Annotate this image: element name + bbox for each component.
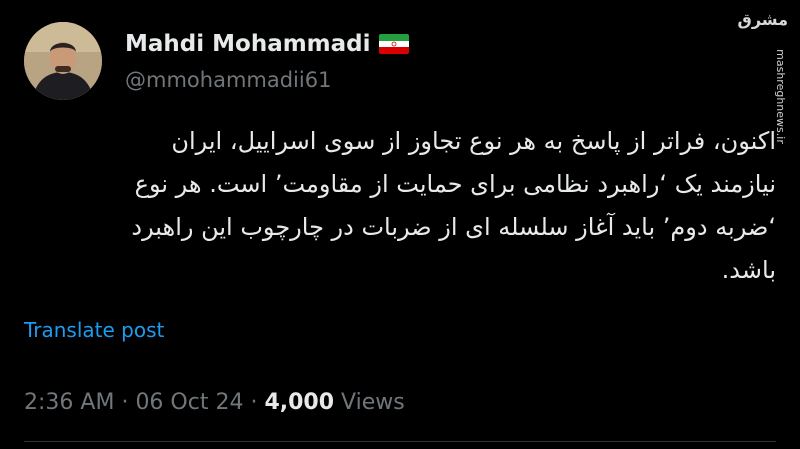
author-name[interactable]: Mahdi Mohammadi xyxy=(125,31,409,57)
author-handle[interactable]: @mmohammadii61 xyxy=(125,68,331,92)
tweet-meta: 2:36 AM · 06 Oct 24 · 4,000 Views xyxy=(24,390,405,415)
watermark-url: mashreghnews.ir xyxy=(774,49,788,144)
translate-post-link[interactable]: Translate post xyxy=(24,318,164,342)
tweet-time[interactable]: 2:36 AM xyxy=(24,390,114,415)
tweet-text: اکنون، فراتر از پاسخ به هر نوع تجاوز از … xyxy=(24,120,776,292)
author-name-text[interactable]: Mahdi Mohammadi xyxy=(125,31,371,57)
tweet-date[interactable]: 06 Oct 24 xyxy=(135,390,243,415)
meta-separator: · xyxy=(121,390,129,415)
watermark-logo: مشرق xyxy=(737,10,788,29)
iran-flag-icon xyxy=(378,34,409,54)
meta-separator: · xyxy=(250,390,258,415)
views-count: 4,000 xyxy=(264,390,335,415)
watermark: مشرق mashreghnews.ir xyxy=(738,10,792,144)
tweet-line: باشد. xyxy=(721,256,776,284)
views-label: Views xyxy=(341,390,405,415)
divider xyxy=(24,441,776,442)
tweet-line: نیازمند یک ‘راهبرد نظامی برای حمایت از م… xyxy=(134,170,776,198)
tweet-line: اکنون، فراتر از پاسخ به هر نوع تجاوز از … xyxy=(171,127,776,155)
avatar[interactable] xyxy=(24,22,102,100)
tweet-line: ‘ضربه دوم’ باید آغاز سلسله ای از ضربات د… xyxy=(131,213,776,241)
